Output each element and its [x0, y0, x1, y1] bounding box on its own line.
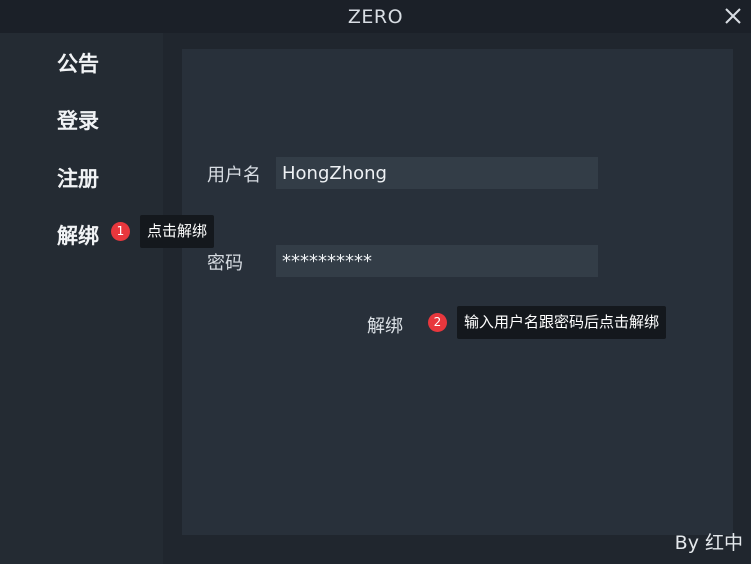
step-tooltip-2: 输入用户名跟密码后点击解绑 — [457, 306, 667, 339]
title-bar: ZERO — [0, 0, 751, 33]
sidebar-item-announcement[interactable]: 公告 — [57, 48, 99, 78]
close-button[interactable] — [723, 6, 743, 26]
step-badge-2: 2 — [428, 313, 447, 332]
password-input[interactable] — [276, 245, 598, 277]
password-label: 密码 — [207, 253, 243, 274]
username-label: 用户名 — [207, 165, 261, 186]
username-input[interactable] — [276, 157, 598, 189]
window-title: ZERO — [347, 6, 404, 28]
author-credit: By 红中 — [674, 532, 743, 554]
step-badge-1: 1 — [111, 222, 130, 241]
step-tooltip-1: 点击解绑 — [140, 215, 215, 248]
close-icon — [725, 8, 741, 24]
sidebar-item-login[interactable]: 登录 — [57, 105, 99, 135]
sidebar-item-unbind[interactable]: 解绑 — [57, 220, 99, 250]
unbind-panel — [182, 49, 733, 535]
sidebar-item-register[interactable]: 注册 — [57, 163, 99, 193]
unbind-button[interactable]: 解绑 — [367, 312, 403, 338]
